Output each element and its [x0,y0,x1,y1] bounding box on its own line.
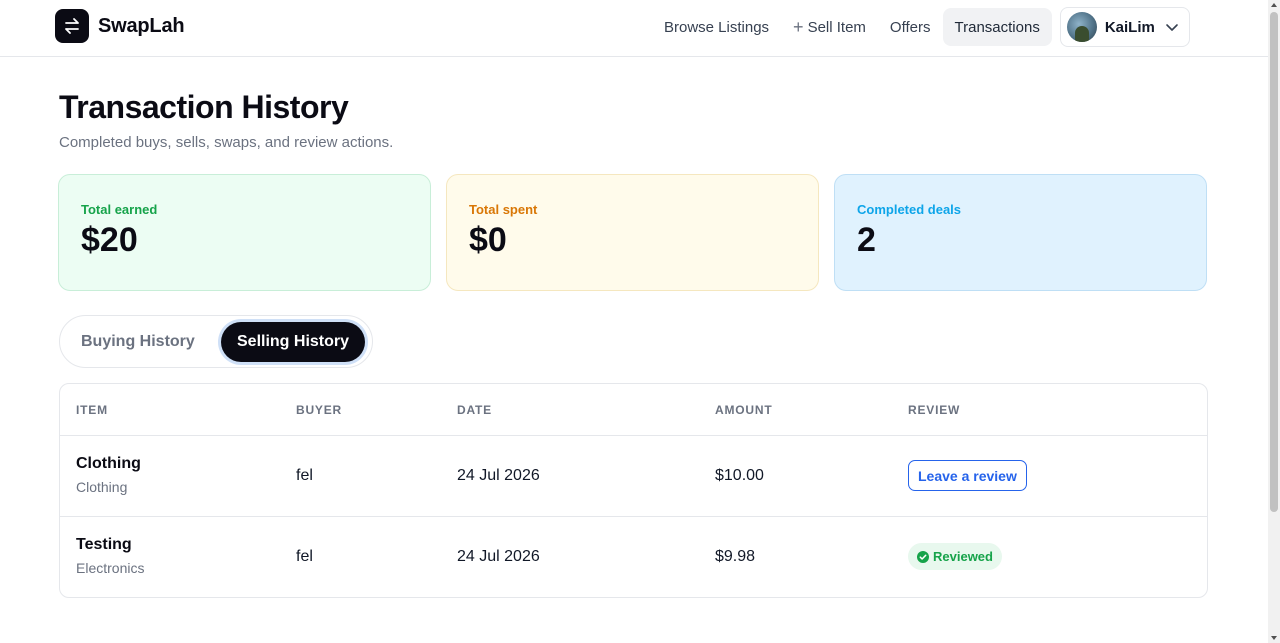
date-cell: 24 Jul 2026 [457,467,540,484]
stat-label: Completed deals [857,202,962,217]
leave-review-button[interactable]: Leave a review [908,460,1027,491]
column-header-buyer: BUYER [296,403,343,417]
tab-selling-history[interactable]: Selling History [221,322,366,362]
stat-value: $20 [81,221,138,259]
amount-cell: $9.98 [715,548,756,565]
stat-label: Total earned [81,202,158,217]
item-category: Electronics [76,560,145,576]
reviewed-label: Reviewed [933,549,993,564]
stat-card-completed-deals: Completed deals 2 [834,174,1207,291]
page-subtitle: Completed buys, sells, swaps, and review… [59,134,394,151]
plus-icon: + [793,17,804,37]
stat-value: 2 [857,221,876,259]
date-cell: 24 Jul 2026 [457,548,540,565]
history-tabs: Buying History Selling History [59,315,373,368]
stat-card-total-spent: Total spent $0 [446,174,819,291]
page-scrollbar[interactable] [1268,0,1280,643]
column-header-item: ITEM [76,403,108,417]
table-header: ITEM BUYER DATE AMOUNT REVIEW [60,384,1207,436]
column-header-review: REVIEW [908,403,961,417]
stat-label: Total spent [469,202,538,217]
nav-offers[interactable]: Offers [878,8,943,46]
table-row: Testing Electronics fel 24 Jul 2026 $9.9… [60,517,1207,597]
nav-sell-item-label: Sell Item [807,18,866,36]
main-nav: Browse Listings + Sell Item Offers Trans… [652,7,1190,47]
item-cell: Clothing Clothing [76,455,141,495]
brand[interactable]: SwapLah [55,9,185,43]
nav-transactions[interactable]: Transactions [942,8,1052,46]
column-header-date: DATE [457,403,492,417]
column-header-amount: AMOUNT [715,403,773,417]
brand-name: SwapLah [98,14,185,37]
top-navbar: SwapLah Browse Listings + Sell Item Offe… [0,0,1268,57]
item-name: Testing [76,536,132,553]
stat-card-total-earned: Total earned $20 [58,174,431,291]
page-title: Transaction History [59,89,349,125]
swap-arrows-icon [55,9,89,43]
buyer-cell: fel [296,467,313,484]
check-circle-icon [917,550,929,563]
scroll-down-icon[interactable] [1271,636,1277,640]
item-cell: Testing Electronics [76,536,144,576]
scroll-thumb[interactable] [1270,12,1278,512]
chevron-down-icon [1165,20,1179,34]
nav-sell-item[interactable]: + Sell Item [781,8,878,46]
item-name: Clothing [76,455,141,472]
nav-browse-listings[interactable]: Browse Listings [652,8,781,46]
username: KaiLim [1104,18,1155,36]
avatar [1066,12,1097,42]
buyer-cell: fel [296,548,313,565]
item-category: Clothing [76,479,128,495]
tab-buying-history[interactable]: Buying History [81,322,195,362]
user-menu[interactable]: KaiLim [1059,7,1190,47]
reviewed-badge: Reviewed [908,543,1002,570]
amount-cell: $10.00 [715,467,764,484]
table-row: Clothing Clothing fel 24 Jul 2026 $10.00… [60,436,1207,517]
stat-value: $0 [469,221,507,259]
transactions-table: ITEM BUYER DATE AMOUNT REVIEW Clothing C… [59,383,1208,598]
scroll-up-icon[interactable] [1271,3,1277,7]
